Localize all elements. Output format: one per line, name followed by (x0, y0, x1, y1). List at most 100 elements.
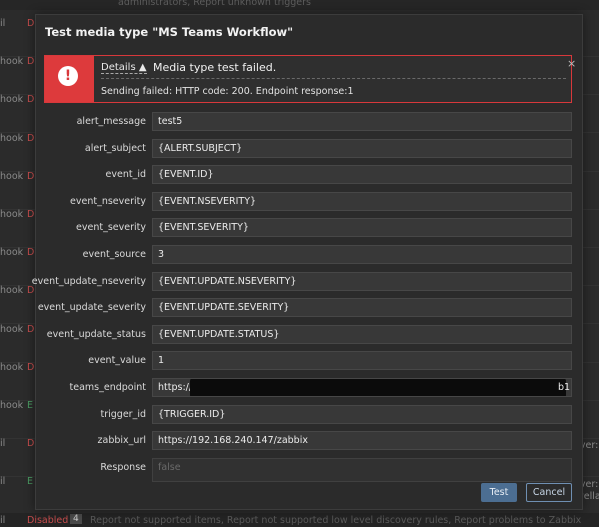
param-input[interactable]: {EVENT.ID} (152, 165, 572, 185)
bottom-row-status[interactable]: Disabled (27, 515, 68, 526)
param-value: false (158, 461, 181, 473)
background-row-status[interactable]: D (27, 94, 34, 105)
bottom-row-actions: Report not supported items, Report not s… (90, 515, 582, 526)
param-label: event_source (82, 249, 146, 260)
background-row-kind: hook (0, 170, 24, 182)
background-row-status[interactable]: D (27, 209, 34, 220)
param-input[interactable]: {TRIGGER.ID} (152, 404, 572, 424)
background-row-kind: hook (0, 323, 24, 335)
background-row-status[interactable]: D (27, 171, 34, 182)
param-value: 1 (158, 355, 165, 367)
param-label: event_id (105, 169, 146, 181)
param-row-event-nseverity: event_nseverity {EVENT.NSEVERITY} (36, 191, 584, 212)
param-row-event-update-nseverity: event_update_nseverity {EVENT.UPDATE.NSEV… (32, 271, 584, 292)
param-value: {TRIGGER.ID} (158, 408, 226, 420)
background-row-kind: hook (0, 94, 24, 106)
response-field[interactable]: false (152, 457, 572, 482)
background-row-kind: il (0, 18, 6, 29)
background-row-status[interactable]: E (27, 400, 33, 411)
param-row-event-id: event_id {EVENT.ID} (36, 165, 584, 185)
param-label: trigger_id (100, 408, 146, 420)
background-row-kind: hook (0, 247, 24, 259)
param-input[interactable]: {ALERT.SUBJECT} (152, 138, 572, 158)
param-row-event-source: event_source 3 (36, 245, 584, 265)
param-value-tail: b1 (558, 382, 571, 393)
test-button[interactable]: Test (481, 483, 517, 502)
param-label: event_severity (76, 222, 146, 234)
details-toggle[interactable]: Details ▲ (101, 62, 147, 74)
param-label: event_value (88, 355, 146, 367)
param-value: {EVENT.UPDATE.SEVERITY} (158, 302, 290, 314)
background-header-strip: administrators, Report unknown triggers (0, 0, 599, 10)
background-row-status[interactable]: D (27, 324, 34, 335)
param-row-response: Response false (36, 457, 584, 482)
param-row-event-update-severity: event_update_severity {EVENT.UPDATE.SEVER… (36, 298, 584, 318)
background-row-status[interactable]: D (27, 247, 34, 258)
param-input[interactable]: {EVENT.NSEVERITY} (152, 191, 572, 211)
param-row-teams-endpoint: teams_endpoint https:// b1 (36, 378, 584, 398)
background-row-kind: hook (0, 132, 24, 144)
param-input[interactable]: {EVENT.SEVERITY} (152, 218, 572, 238)
param-value: {EVENT.UPDATE.NSEVERITY} (158, 275, 297, 287)
bottom-row-kind: il (0, 515, 6, 526)
param-input[interactable]: test5 (152, 112, 572, 131)
bottom-row-badge: 4 (70, 514, 82, 524)
background-row-status[interactable]: D (27, 362, 34, 373)
param-label: event_update_severity (37, 302, 146, 314)
param-value: {EVENT.ID} (158, 169, 214, 181)
background-row-status[interactable]: D (27, 285, 34, 296)
background-row-kind: il (0, 438, 6, 450)
dialog-title: Test media type "MS Teams Workflow" (45, 25, 294, 39)
background-row-kind: hook (0, 400, 24, 411)
alert-message: Media type test failed. (153, 61, 277, 74)
param-label: alert_message (76, 116, 146, 127)
alert-icon-strip: ! (45, 56, 94, 102)
param-label: alert_subject (84, 142, 146, 154)
alert-detail: Sending failed: HTTP code: 200. Endpoint… (101, 86, 354, 97)
param-label: zabbix_url (97, 435, 146, 447)
background-top-text: administrators, Report unknown triggers (118, 0, 311, 8)
background-row-kind: hook (0, 56, 24, 68)
alert-close-icon[interactable]: × (567, 57, 576, 70)
param-label: event_nseverity (70, 195, 146, 207)
param-row-event-severity: event_severity {EVENT.SEVERITY} (36, 218, 584, 238)
cancel-button[interactable]: Cancel (526, 483, 572, 502)
param-row-alert-subject: alert_subject {ALERT.SUBJECT} (36, 138, 584, 159)
redaction-mark (190, 379, 566, 396)
param-label: event_update_status (46, 328, 146, 340)
background-row-kind: hook (0, 209, 24, 220)
background-row-status[interactable]: D (27, 133, 34, 144)
param-value: https://192.168.240.147/zabbix (158, 435, 308, 447)
param-value: {ALERT.SUBJECT} (158, 142, 243, 154)
background-row-status[interactable]: D (27, 438, 34, 449)
param-row-event-value: event_value 1 (36, 351, 584, 371)
param-row-zabbix-url: zabbix_url https://192.168.240.147/zabbix (36, 431, 584, 451)
param-row-event-update-status: event_update_status {EVENT.UPDATE.STATUS} (36, 324, 584, 345)
param-input[interactable]: {EVENT.UPDATE.SEVERITY} (152, 298, 572, 318)
error-alert: ! Details ▲ Media type test failed. Send… (44, 55, 576, 103)
param-input[interactable]: {EVENT.UPDATE.STATUS} (152, 324, 572, 344)
param-row-alert-message: alert_message test5 (36, 112, 584, 132)
param-value: 3 (158, 249, 165, 260)
param-input[interactable]: https:// b1 (152, 378, 572, 397)
param-value: {EVENT.NSEVERITY} (158, 195, 257, 207)
param-label: event_update_nseverity (31, 275, 146, 287)
error-icon: ! (58, 66, 78, 86)
background-row-kind: hook (0, 285, 24, 297)
param-value: https:// (158, 382, 193, 393)
param-row-trigger-id: trigger_id {TRIGGER.ID} (36, 404, 584, 425)
background-bottom-row: il Disabled 4 Report not supported items… (0, 513, 599, 527)
param-input[interactable]: https://192.168.240.147/zabbix (152, 431, 572, 451)
param-value: {EVENT.UPDATE.STATUS} (158, 328, 280, 340)
param-input[interactable]: 1 (152, 351, 572, 371)
background-row-kind: hook (0, 361, 24, 373)
param-value: {EVENT.SEVERITY} (158, 222, 249, 234)
param-value: test5 (158, 116, 183, 127)
param-label: teams_endpoint (69, 382, 146, 393)
param-input[interactable]: 3 (152, 245, 572, 264)
background-row-status[interactable]: E (27, 476, 33, 487)
background-row-status[interactable]: D (27, 56, 34, 67)
background-row-status[interactable]: D (27, 18, 34, 29)
test-media-type-dialog: Test media type "MS Teams Workflow" ! De… (32, 14, 584, 510)
param-input[interactable]: {EVENT.UPDATE.NSEVERITY} (152, 271, 572, 291)
